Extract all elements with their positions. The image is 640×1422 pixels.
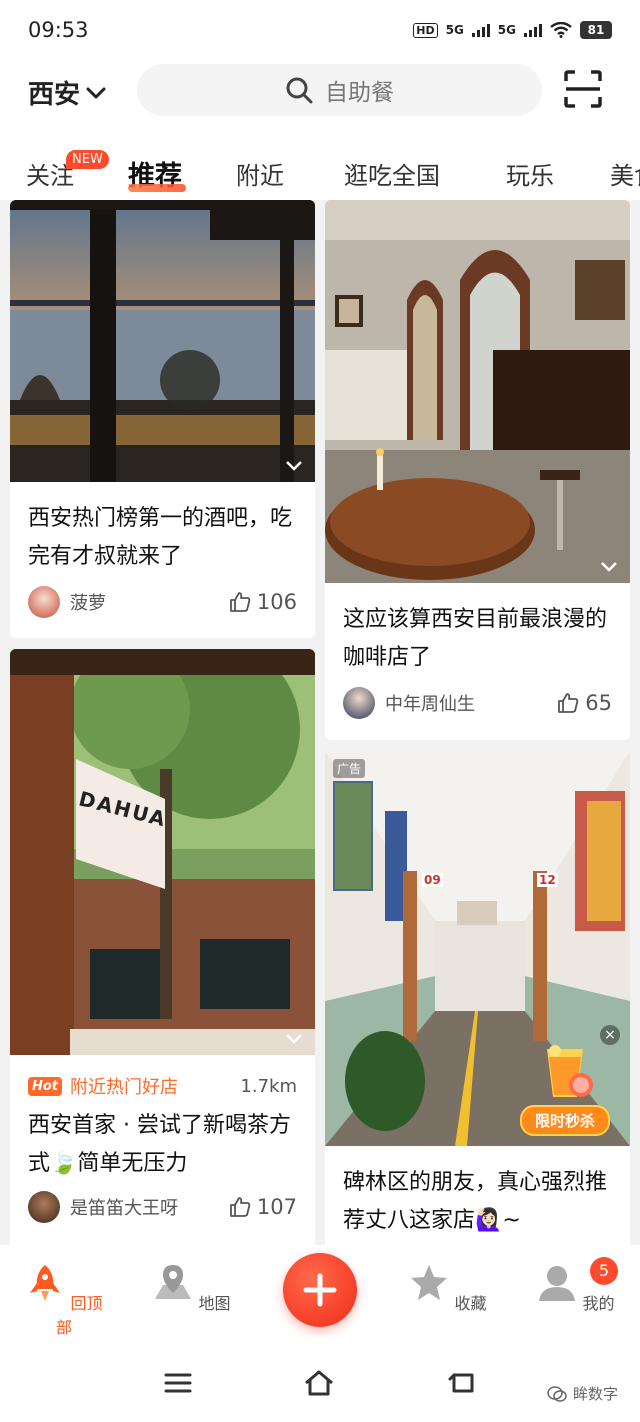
active-tab-indicator xyxy=(128,184,186,192)
signal-icon-2 xyxy=(524,23,542,37)
tab-food-nationwide[interactable]: 逛吃全国 xyxy=(344,156,440,191)
hot-label: 附近热门好店 xyxy=(70,1077,179,1098)
card-author[interactable]: 菠萝 xyxy=(28,586,106,618)
top-header: 西安 自助餐 xyxy=(0,60,640,122)
city-selector[interactable]: 西安 xyxy=(28,74,106,111)
user-icon xyxy=(539,1266,576,1301)
room-number-sign: 12 xyxy=(537,873,558,887)
nav-label: 收藏 xyxy=(454,1294,487,1313)
avatar xyxy=(28,586,60,618)
thumbs-up-icon xyxy=(558,693,579,713)
feed: 西安热门榜第一的酒吧，吃完有才叔就来了 菠萝 106 DAHUA Hot 附近热… xyxy=(0,200,640,1245)
chevron-down-icon xyxy=(86,87,106,98)
status-time: 09:53 xyxy=(28,18,89,42)
avatar xyxy=(28,1191,60,1223)
rocket-icon xyxy=(30,1265,61,1301)
ad-tag: 广告 xyxy=(333,759,366,778)
map-pin-icon xyxy=(155,1265,192,1299)
wechat-icon xyxy=(547,1385,567,1402)
card-image: DAHUA xyxy=(10,649,315,1055)
avatar xyxy=(343,687,375,719)
nav-label: 地图 xyxy=(198,1294,231,1313)
like-button[interactable]: 106 xyxy=(229,590,297,614)
card-title: 这应该算西安目前最浪漫的咖啡店了 xyxy=(343,607,608,670)
hot-store-line: Hot 附近热门好店 1.7km xyxy=(10,1073,315,1099)
nav-label: 我的 xyxy=(582,1294,615,1313)
room-number-sign: 09 xyxy=(422,873,443,887)
flash-sale-badge[interactable]: 限时秒杀 xyxy=(520,1041,610,1136)
network-label-2: 5G xyxy=(497,23,516,37)
hd-icon: HD xyxy=(413,22,438,38)
signal-icon xyxy=(471,23,490,37)
chevron-down-icon[interactable] xyxy=(285,460,303,472)
nav-back-to-top[interactable]: 回顶部 xyxy=(24,1263,104,1338)
card-image: 广告 09 12 × 限时秒杀 xyxy=(325,751,630,1146)
like-button[interactable]: 65 xyxy=(557,691,612,715)
feed-card[interactable]: 这应该算西安目前最浪漫的咖啡店了 中年周仙生 65 xyxy=(325,200,630,740)
tab-fun[interactable]: 玩乐 xyxy=(506,156,554,191)
star-icon xyxy=(411,1265,448,1300)
ad-card[interactable]: 广告 09 12 × 限时秒杀 碑林区的朋友，真心强烈推荐丈八这家店🙋🏻‍♀️~ xyxy=(325,751,630,1245)
drink-icon xyxy=(547,1045,593,1097)
promo-label: 限时秒杀 xyxy=(520,1105,610,1136)
search-input[interactable]: 自助餐 xyxy=(137,64,542,116)
card-meta: 中年周仙生 65 xyxy=(325,687,630,719)
distance: 1.7km xyxy=(240,1075,297,1097)
home-icon[interactable] xyxy=(303,1369,335,1397)
tab-food[interactable]: 美食 xyxy=(610,156,640,191)
scan-icon[interactable] xyxy=(564,70,602,108)
bottom-nav: 回顶部 地图 收藏 我的 5 xyxy=(0,1245,640,1345)
status-icons: HD 5G 5G 81 xyxy=(413,21,612,39)
author-name: 是笛笛大王呀 xyxy=(70,1198,178,1219)
watermark: 眸数字 xyxy=(547,1383,618,1404)
search-placeholder: 自助餐 xyxy=(325,80,394,106)
cafe-interior-photo xyxy=(325,200,630,583)
thumbs-up-icon xyxy=(230,1197,251,1217)
battery-icon: 81 xyxy=(580,21,612,39)
card-meta: 菠萝 106 xyxy=(10,586,315,618)
author-name: 中年周仙生 xyxy=(385,694,475,715)
card-meta: 是笛笛大王呀 107 xyxy=(10,1191,315,1223)
watermark-text: 眸数字 xyxy=(572,1385,618,1403)
plus-icon xyxy=(303,1273,337,1307)
category-tabs: 关注 NEW 推荐 附近 逛吃全国 玩乐 美食 xyxy=(0,122,640,200)
card-image xyxy=(10,200,315,482)
chevron-down-icon[interactable] xyxy=(600,561,618,573)
card-title: 西安热门榜第一的酒吧，吃完有才叔就来了 xyxy=(28,506,293,569)
back-icon[interactable] xyxy=(446,1369,478,1397)
hot-tag: Hot xyxy=(28,1076,63,1096)
feed-card[interactable]: 西安热门榜第一的酒吧，吃完有才叔就来了 菠萝 106 xyxy=(10,200,315,638)
card-author[interactable]: 中年周仙生 xyxy=(343,687,475,719)
status-bar: 09:53 HD 5G 5G 81 xyxy=(0,0,640,60)
like-count: 65 xyxy=(585,691,612,715)
city-label: 西安 xyxy=(28,80,81,110)
nav-map[interactable]: 地图 xyxy=(152,1263,232,1314)
card-title: 西安首家 · 尝试了新喝茶方式🍃简单无压力 xyxy=(28,1113,291,1176)
card-title: 碑林区的朋友，真心强烈推荐丈八这家店🙋🏻‍♀️~ xyxy=(343,1170,608,1233)
menu-icon[interactable] xyxy=(162,1369,194,1397)
search-icon xyxy=(286,77,313,104)
like-count: 107 xyxy=(256,1195,297,1219)
notification-badge: 5 xyxy=(590,1257,618,1285)
new-badge: NEW xyxy=(66,150,109,169)
tea-shop-photo xyxy=(10,649,315,1055)
card-author[interactable]: 是笛笛大王呀 xyxy=(28,1191,178,1223)
wifi-icon xyxy=(550,22,572,38)
network-label-1: 5G xyxy=(445,23,464,37)
system-nav-bar: 眸数字 xyxy=(0,1345,640,1422)
like-button[interactable]: 107 xyxy=(229,1195,297,1219)
feed-card[interactable]: DAHUA Hot 附近热门好店 1.7km 西安首家 · 尝试了新喝茶方式🍃简… xyxy=(10,649,315,1245)
like-count: 106 xyxy=(256,590,297,614)
add-post-button[interactable] xyxy=(283,1253,357,1327)
bar-terrace-photo xyxy=(10,200,315,482)
nav-favorites[interactable]: 收藏 xyxy=(408,1263,488,1314)
thumbs-up-icon xyxy=(230,592,251,612)
tab-nearby[interactable]: 附近 xyxy=(236,156,284,191)
card-image xyxy=(325,200,630,583)
chevron-down-icon[interactable] xyxy=(285,1033,303,1045)
author-name: 菠萝 xyxy=(70,593,106,614)
